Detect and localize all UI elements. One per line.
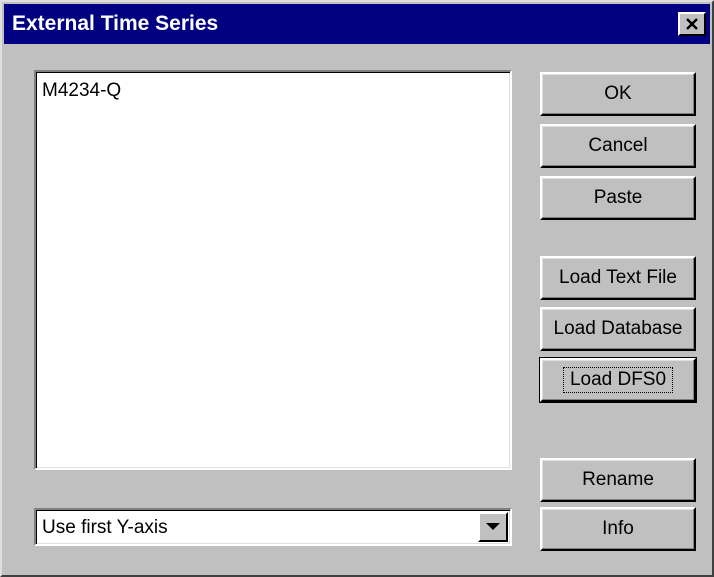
- load-database-button[interactable]: Load Database: [540, 307, 696, 351]
- load-dfs0-button[interactable]: Load DFS0: [539, 357, 697, 403]
- rename-button[interactable]: Rename: [540, 458, 696, 502]
- external-time-series-dialog: External Time Series M4234-Q Use first Y…: [0, 0, 714, 577]
- y-axis-select-value: Use first Y-axis: [42, 517, 168, 538]
- ok-button[interactable]: OK: [540, 72, 696, 116]
- time-series-list[interactable]: M4234-Q: [34, 70, 512, 470]
- title-bar[interactable]: External Time Series: [4, 4, 710, 44]
- close-icon: [686, 18, 698, 30]
- dropdown-button[interactable]: [478, 512, 508, 542]
- chevron-down-icon: [486, 523, 500, 530]
- load-dfs0-label: Load DFS0: [562, 367, 674, 393]
- cancel-button[interactable]: Cancel: [540, 124, 696, 168]
- info-button[interactable]: Info: [540, 507, 696, 551]
- load-text-file-button[interactable]: Load Text File: [540, 256, 696, 300]
- close-button[interactable]: [678, 12, 706, 36]
- dialog-title: External Time Series: [12, 12, 219, 35]
- list-item[interactable]: M4234-Q: [42, 80, 121, 102]
- paste-button[interactable]: Paste: [540, 176, 696, 220]
- y-axis-select[interactable]: Use first Y-axis: [34, 508, 512, 546]
